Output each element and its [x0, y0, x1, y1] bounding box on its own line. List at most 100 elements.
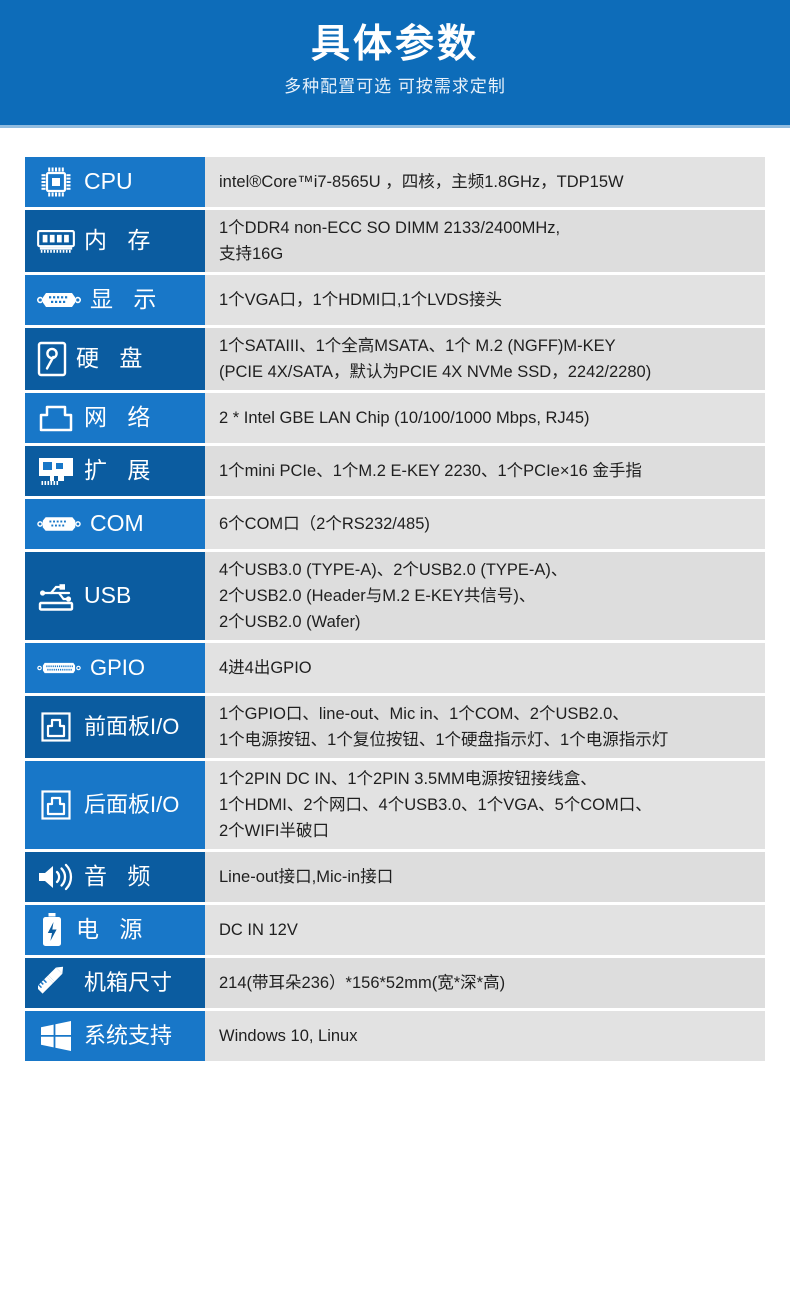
table-row: 扩 展 1个mini PCIe、1个M.2 E-KEY 2230、1个PCIe×1…	[25, 446, 765, 496]
spec-value-cell: 214(带耳朵236）*156*52mm(宽*深*高)	[205, 958, 765, 1008]
spec-value-cell: 6个COM口（2个RS232/485)	[205, 499, 765, 549]
spec-value-cell: 1个DDR4 non-ECC SO DIMM 2133/2400MHz, 支持16…	[205, 210, 765, 272]
windows-logo-icon	[37, 1017, 75, 1055]
spec-table: CPU intel®Core™i7-8565U ，四核，主频1.8GHz，TDP1…	[0, 128, 790, 1061]
spec-value-line: 支持16G	[219, 245, 284, 263]
spec-label-cell: 显 示	[25, 275, 205, 325]
panel-io-icon	[37, 708, 75, 746]
spec-value-line: intel®Core™i7-8565U ，四核，主频1.8GHz，TDP15W	[219, 173, 624, 191]
table-row: 内 存 1个DDR4 non-ECC SO DIMM 2133/2400MHz, 支…	[25, 210, 765, 272]
table-row: 硬 盘 1个SATAIII、1个全高MSATA、1个 M.2 (NGFF)M-KE…	[25, 328, 765, 390]
spec-value-cell: intel®Core™i7-8565U ，四核，主频1.8GHz，TDP15W	[205, 157, 765, 207]
spec-label-cell: 网 络	[25, 393, 205, 443]
spec-label-cell: 电 源	[25, 905, 205, 955]
battery-power-icon	[37, 913, 67, 947]
spec-label-text: 内 存	[84, 227, 158, 254]
vga-port-icon	[37, 287, 81, 313]
spec-value-line: 6个COM口（2个RS232/485)	[219, 515, 430, 533]
spec-label-cell: USB	[25, 552, 205, 640]
spec-label-text: 机箱尺寸	[84, 969, 173, 995]
header-divider	[0, 125, 790, 128]
spec-value-line: (PCIE 4X/SATA，默认为PCIE 4X NVMe SSD，2242/2…	[219, 363, 652, 381]
table-row: 网 络 2 * Intel GBE LAN Chip (10/100/1000 M…	[25, 393, 765, 443]
spec-label-text: 硬 盘	[76, 345, 150, 372]
spec-value-cell: Windows 10, Linux	[205, 1011, 765, 1061]
spec-label-cell: 扩 展	[25, 446, 205, 496]
spec-value-cell: Line-out接口,Mic-in接口	[205, 852, 765, 902]
spec-label-text: CPU	[84, 168, 133, 195]
spec-label-text: 显 示	[90, 286, 164, 313]
db9-serial-port-icon	[37, 511, 81, 537]
gpio-connector-icon	[37, 655, 81, 681]
spec-value-line: 2 * Intel GBE LAN Chip (10/100/1000 Mbps…	[219, 409, 590, 427]
spec-value-line: 1个2PIN DC IN、1个2PIN 3.5MM电源按钮接线盒、	[219, 770, 597, 788]
spec-value-line: 2个WIFI半破口	[219, 822, 329, 840]
table-row: 系统支持 Windows 10, Linux	[25, 1011, 765, 1061]
spec-value-cell: 2 * Intel GBE LAN Chip (10/100/1000 Mbps…	[205, 393, 765, 443]
table-row: 机箱尺寸 214(带耳朵236）*156*52mm(宽*深*高)	[25, 958, 765, 1008]
spec-label-cell: 机箱尺寸	[25, 958, 205, 1008]
spec-label-text: COM	[90, 510, 144, 537]
spec-label-text: 扩 展	[84, 457, 158, 484]
spec-value-line: 1个电源按钮、1个复位按钮、1个硬盘指示灯、1个电源指示灯	[219, 731, 669, 749]
spec-value-line: 1个HDMI、2个网口、4个USB3.0、1个VGA、5个COM口、	[219, 796, 652, 814]
spec-value-line: 1个SATAIII、1个全高MSATA、1个 M.2 (NGFF)M-KEY	[219, 337, 616, 355]
spec-label-cell: COM	[25, 499, 205, 549]
spec-label-text: 音 频	[84, 863, 158, 890]
table-row: 显 示 1个VGA口，1个HDMI口,1个LVDS接头	[25, 275, 765, 325]
spec-label-text: 前面板I/O	[84, 713, 180, 739]
spec-label-text: GPIO	[90, 654, 146, 680]
spec-value-line: Line-out接口,Mic-in接口	[219, 868, 394, 886]
table-row: GPIO 4进4出GPIO	[25, 643, 765, 693]
table-row: 音 频 Line-out接口,Mic-in接口	[25, 852, 765, 902]
spec-value-cell: 1个mini PCIe、1个M.2 E-KEY 2230、1个PCIe×16 金…	[205, 446, 765, 496]
spec-label-cell: 系统支持	[25, 1011, 205, 1061]
table-row: 前面板I/O 1个GPIO口、line-out、Mic in、1个COM、2个US…	[25, 696, 765, 758]
spec-label-cell: 硬 盘	[25, 328, 205, 390]
page-header: 具体参数 多种配置可选 可按需求定制	[0, 0, 790, 128]
memory-dimm-icon	[37, 222, 75, 260]
table-row: 后面板I/O 1个2PIN DC IN、1个2PIN 3.5MM电源按钮接线盒、 1…	[25, 761, 765, 849]
spec-value-cell: 4个USB3.0 (TYPE-A)、2个USB2.0 (TYPE-A)、 2个US…	[205, 552, 765, 640]
spec-value-line: 1个DDR4 non-ECC SO DIMM 2133/2400MHz,	[219, 219, 561, 237]
spec-label-cell: CPU	[25, 157, 205, 207]
table-row: USB 4个USB3.0 (TYPE-A)、2个USB2.0 (TYPE-A)、 2…	[25, 552, 765, 640]
spec-label-cell: 音 频	[25, 852, 205, 902]
panel-io-icon	[37, 786, 75, 824]
expansion-card-icon	[37, 452, 75, 490]
spec-value-line: 4个USB3.0 (TYPE-A)、2个USB2.0 (TYPE-A)、	[219, 561, 568, 579]
spec-value-line: 1个mini PCIe、1个M.2 E-KEY 2230、1个PCIe×16 金…	[219, 462, 642, 480]
spec-value-cell: DC IN 12V	[205, 905, 765, 955]
spec-label-cell: 内 存	[25, 210, 205, 272]
spec-label-cell: GPIO	[25, 643, 205, 693]
spec-value-line: 2个USB2.0 (Header与M.2 E-KEY共信号)、	[219, 587, 536, 605]
spec-value-cell: 1个VGA口，1个HDMI口,1个LVDS接头	[205, 275, 765, 325]
table-row: COM 6个COM口（2个RS232/485)	[25, 499, 765, 549]
spec-value-cell: 1个SATAIII、1个全高MSATA、1个 M.2 (NGFF)M-KEY (P…	[205, 328, 765, 390]
spec-label-text: 电 源	[76, 916, 150, 943]
spec-value-line: 2个USB2.0 (Wafer)	[219, 613, 361, 631]
spec-value-line: 1个GPIO口、line-out、Mic in、1个COM、2个USB2.0、	[219, 705, 629, 723]
table-row: 电 源 DC IN 12V	[25, 905, 765, 955]
spec-label-cell: 后面板I/O	[25, 761, 205, 849]
spec-value-cell: 1个2PIN DC IN、1个2PIN 3.5MM电源按钮接线盒、 1个HDMI、…	[205, 761, 765, 849]
table-row: CPU intel®Core™i7-8565U ，四核，主频1.8GHz，TDP1…	[25, 157, 765, 207]
page-subtitle: 多种配置可选 可按需求定制	[284, 77, 506, 96]
spec-value-cell: 4进4出GPIO	[205, 643, 765, 693]
spec-label-cell: 前面板I/O	[25, 696, 205, 758]
ruler-pencil-icon	[37, 964, 75, 1002]
spec-value-line: 214(带耳朵236）*156*52mm(宽*深*高)	[219, 974, 506, 992]
spec-value-line: 1个VGA口，1个HDMI口,1个LVDS接头	[219, 291, 502, 309]
hard-disk-icon	[37, 341, 67, 377]
spec-value-line: DC IN 12V	[219, 921, 298, 939]
spec-label-text: USB	[84, 582, 132, 609]
spec-label-text: 系统支持	[84, 1022, 173, 1048]
rj45-network-icon	[37, 399, 75, 437]
spec-label-text: 后面板I/O	[84, 791, 180, 817]
spec-value-line: 4进4出GPIO	[219, 659, 312, 677]
spec-value-line: Windows 10, Linux	[219, 1027, 358, 1045]
page-title: 具体参数	[310, 23, 479, 66]
usb-icon	[37, 577, 75, 615]
cpu-chip-icon	[37, 163, 75, 201]
spec-label-text: 网 络	[84, 404, 158, 431]
